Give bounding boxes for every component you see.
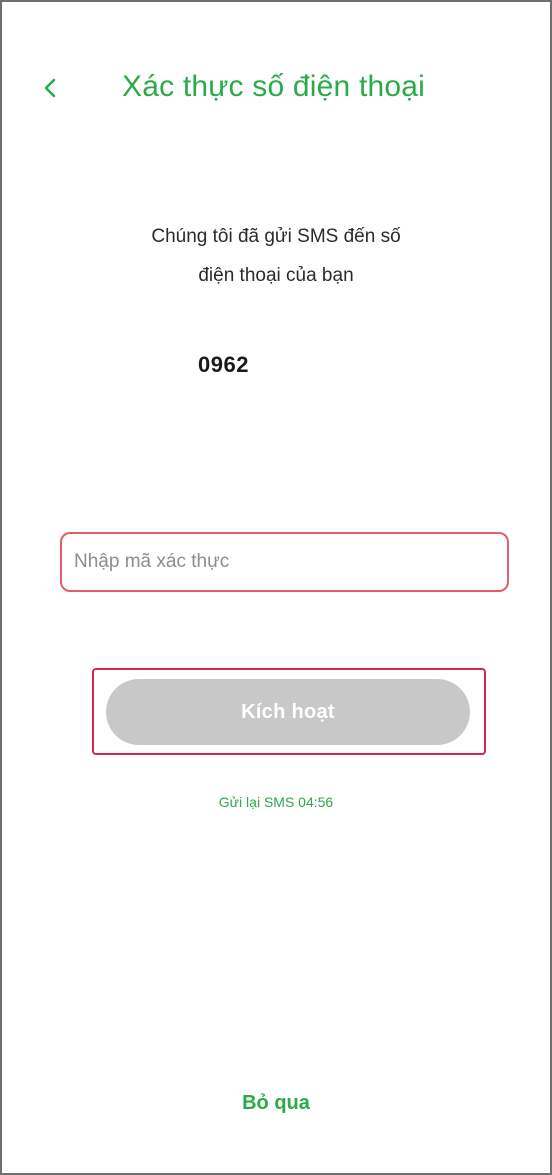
message-line-1: Chúng tôi đã gửi SMS đến số bbox=[151, 226, 401, 247]
skip-link[interactable]: Bỏ qua bbox=[2, 1092, 550, 1115]
verification-code-field-wrapper bbox=[60, 532, 509, 592]
resend-sms-link[interactable]: Gửi lại SMS 04:56 bbox=[2, 794, 550, 810]
phone-number: 0962 bbox=[198, 352, 249, 377]
header: Xác thực số điện thoại bbox=[2, 60, 550, 120]
back-button[interactable] bbox=[32, 68, 68, 108]
phone-screen: Xác thực số điện thoại Chúng tôi đã gửi … bbox=[0, 0, 552, 1175]
page-title: Xác thực số điện thoại bbox=[122, 70, 425, 103]
verification-code-input[interactable] bbox=[62, 534, 507, 590]
sms-sent-message: Chúng tôi đã gửi SMS đến số điện thoại c… bbox=[2, 217, 550, 295]
chevron-left-icon bbox=[44, 78, 56, 98]
activate-button[interactable]: Kích hoạt bbox=[106, 679, 470, 745]
message-line-2: điện thoại của bạn bbox=[198, 265, 354, 286]
